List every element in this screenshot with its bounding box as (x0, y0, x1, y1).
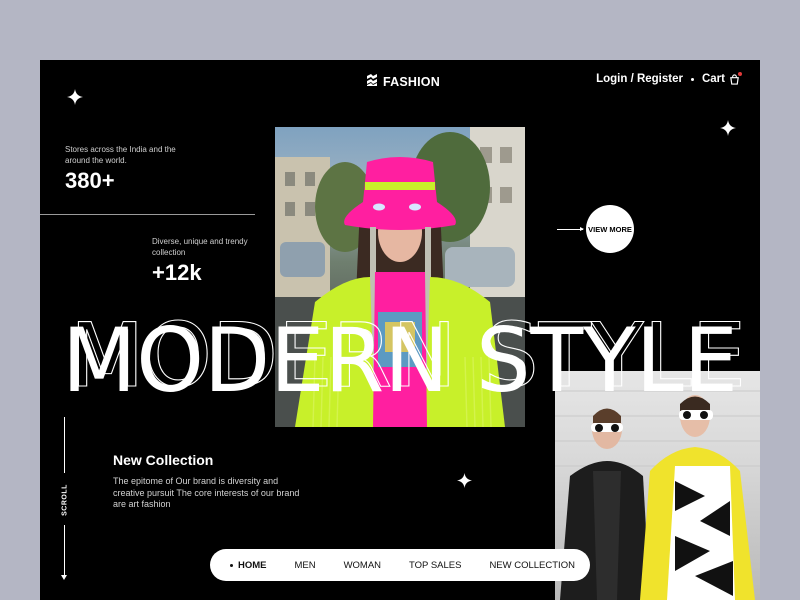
scroll-indicator[interactable]: SCROLL (50, 417, 80, 582)
nav-item-home[interactable]: HOME (230, 560, 267, 571)
new-collection-title: New Collection (113, 452, 214, 468)
scroll-line (64, 525, 65, 578)
nav-item-men[interactable]: MEN (294, 560, 315, 571)
stores-count: 380+ (65, 168, 115, 193)
view-more-button[interactable]: VIEW MORE (557, 205, 634, 253)
nav-item-label: HOME (238, 559, 267, 571)
sparkle-icon (720, 120, 736, 136)
new-collection-description: The epitome of Our brand is diversity an… (113, 476, 300, 509)
nav-item-woman[interactable]: WOMAN (344, 560, 381, 571)
top-nav: Login / Register Cart (596, 71, 742, 85)
nav-item-new-collection[interactable]: NEW COLLECTION (489, 560, 575, 571)
scroll-line (64, 417, 65, 473)
collection-count: +12k (152, 260, 202, 285)
landing-page: FASHION Login / Register Cart Stores acr… (40, 60, 760, 600)
active-dot (230, 563, 233, 567)
collection-caption: Diverse, unique and trendy collection (152, 237, 248, 257)
scroll-label: SCROLL (61, 484, 69, 516)
cart-link[interactable]: Cart (701, 71, 742, 85)
nav-separator-dot (690, 77, 694, 81)
brand-name: FASHION (383, 74, 440, 89)
login-register-link[interactable]: Login / Register (596, 73, 683, 85)
divider (40, 214, 255, 215)
zigzag-logo-icon (365, 73, 379, 90)
shopping-bag-icon (729, 71, 742, 85)
cart-badge (738, 71, 742, 76)
sparkle-icon (457, 473, 472, 488)
brand-logo[interactable]: FASHION (365, 73, 440, 90)
arrow-down-icon (61, 575, 67, 580)
sparkle-icon (67, 89, 83, 105)
stores-caption: Stores across the India and the around t… (65, 145, 176, 165)
hero-model-photo (275, 127, 525, 427)
cart-label: Cart (701, 73, 725, 85)
bottom-nav: HOME MEN WOMAN TOP SALES NEW COLLECTION (210, 549, 590, 581)
nav-item-top-sales[interactable]: TOP SALES (409, 560, 461, 571)
view-more-label: VIEW MORE (586, 205, 634, 253)
arrow-right-icon (557, 226, 584, 231)
